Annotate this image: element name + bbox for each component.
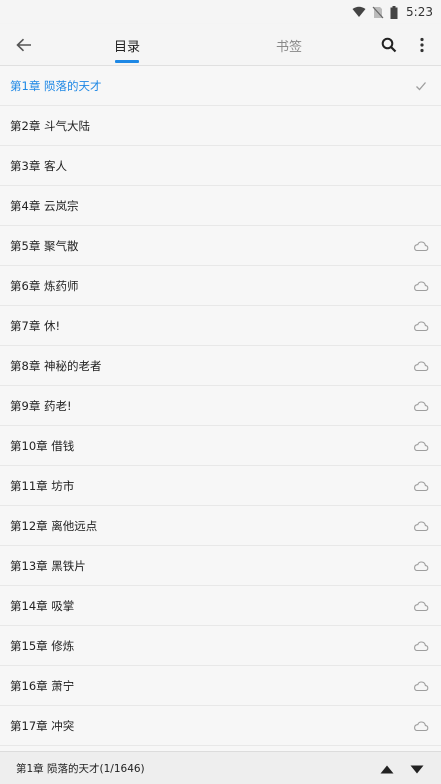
tab-bookmarks[interactable]: 书签 [268,24,310,66]
chapter-row[interactable]: 第9章 药老! [0,386,441,426]
wifi-icon [352,6,366,17]
chapter-title: 第1章 陨落的天才 [10,78,102,93]
chapter-title: 第11章 坊市 [10,478,75,493]
more-options-button[interactable] [410,32,434,58]
more-vert-icon [420,37,424,53]
chapter-title: 第3章 客人 [10,158,67,173]
cloud-icon [413,319,429,333]
chapter-row[interactable]: 第12章 离他远点 [0,506,441,546]
chapter-title: 第13章 黑铁片 [10,558,86,573]
status-time: 5:23 [406,5,433,19]
chapter-row[interactable]: 第15章 修炼 [0,626,441,666]
chapter-title: 第5章 聚气散 [10,238,79,253]
chapter-title: 第2章 斗气大陆 [10,118,90,133]
battery-icon [390,5,398,19]
chapter-title: 第15章 修炼 [10,638,75,653]
cloud-icon [413,559,429,573]
cloud-icon [413,439,429,453]
arrow-left-icon [16,38,31,52]
triangle-down-icon [410,765,424,773]
cloud-icon [413,679,429,693]
check-icon [413,79,429,93]
chapter-row[interactable]: 第14章 吸掌 [0,586,441,626]
tab-indicator [115,60,139,63]
chapter-row[interactable]: 第16章 萧宁 [0,666,441,706]
triangle-up-icon [380,765,394,773]
cloud-icon [413,519,429,533]
chapter-row[interactable]: 第7章 休! [0,306,441,346]
chapter-title: 第12章 离他远点 [10,518,98,533]
chapter-row[interactable]: 第2章 斗气大陆 [0,106,441,146]
status-bar: 5:23 [0,0,441,24]
chapter-row[interactable]: 第13章 黑铁片 [0,546,441,586]
chapter-title: 第17章 冲突 [10,718,75,733]
chapter-row[interactable]: 第5章 聚气散 [0,226,441,266]
chapter-title: 第4章 云岚宗 [10,198,79,213]
chapter-row[interactable]: 第10章 借钱 [0,426,441,466]
chapter-row[interactable]: 第6章 炼药师 [0,266,441,306]
chapter-row[interactable]: 第4章 云岚宗 [0,186,441,226]
status-icons: 5:23 [352,3,433,21]
chapter-title: 第9章 药老! [10,398,72,413]
cloud-icon [413,599,429,613]
bottom-bar: 第1章 陨落的天才(1/1646) [0,751,441,784]
current-chapter-indicator: 第1章 陨落的天才(1/1646) [16,763,145,775]
cloud-icon [413,479,429,493]
chapter-title: 第6章 炼药师 [10,278,79,293]
cloud-icon [413,239,429,253]
toolbar: 目录 书签 [0,24,441,66]
chapter-row[interactable]: 第11章 坊市 [0,466,441,506]
chapter-title: 第8章 神秘的老者 [10,358,102,373]
cloud-icon [413,719,429,733]
chapter-title: 第14章 吸掌 [10,598,75,613]
chapter-row[interactable]: 第17章 冲突 [0,706,441,746]
cloud-icon [413,279,429,293]
no-sim-icon [372,6,384,18]
chapter-list[interactable]: 第1章 陨落的天才 第2章 斗气大陆 第3章 客人 第4章 云岚宗 第5章 聚气散 第6章… [0,66,441,751]
back-button[interactable] [10,31,38,59]
scroll-down-button[interactable] [408,762,426,776]
chapter-title: 第16章 萧宁 [10,678,75,693]
search-button[interactable] [376,32,402,58]
cloud-icon [413,399,429,413]
cloud-icon [413,639,429,653]
chapter-row[interactable]: 第8章 神秘的老者 [0,346,441,386]
cloud-icon [413,359,429,373]
scroll-up-button[interactable] [378,762,396,776]
chapter-row[interactable]: 第3章 客人 [0,146,441,186]
chapter-row[interactable]: 第1章 陨落的天才 [0,66,441,106]
chapter-title: 第7章 休! [10,318,61,333]
search-icon [381,37,397,53]
chapter-title: 第10章 借钱 [10,438,75,453]
